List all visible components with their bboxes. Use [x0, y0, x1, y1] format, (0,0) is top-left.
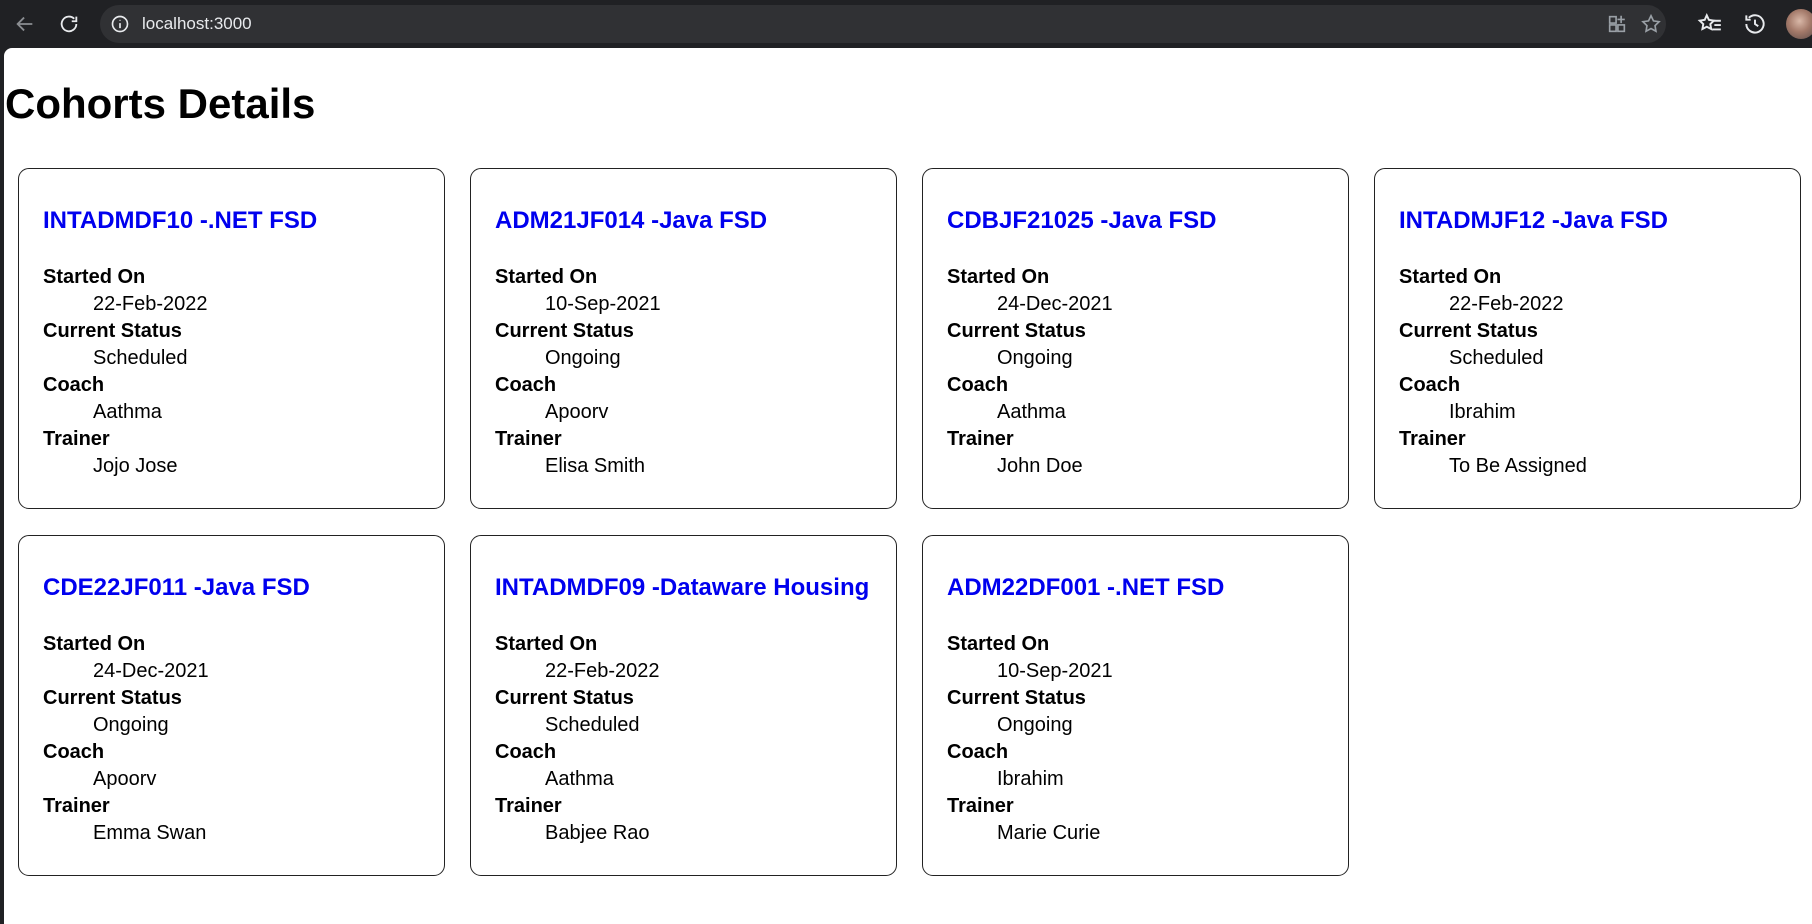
started-on-value: 22-Feb-2022 — [93, 293, 208, 315]
trainer-value: Babjee Rao — [545, 822, 650, 844]
apps-icon[interactable] — [1606, 13, 1628, 35]
current-status-value: Ongoing — [997, 714, 1073, 736]
current-status-label: Current Status — [947, 320, 1086, 342]
cohort-card: CDBJF21025 -Java FSD Started On 24-Dec-202… — [922, 168, 1349, 509]
profile-avatar[interactable] — [1786, 9, 1812, 39]
trainer-value: John Doe — [997, 455, 1083, 477]
trainer-value: Marie Curie — [997, 822, 1101, 844]
trainer-value: Elisa Smith — [545, 455, 646, 477]
cohort-title: INTADMJF12 -Java FSD — [1399, 207, 1668, 234]
cohort-title: CDBJF21025 -Java FSD — [947, 207, 1217, 234]
back-icon[interactable] — [8, 7, 42, 41]
cohort-details: Started On 22-Feb-2022 Current Status Sched… — [43, 264, 208, 480]
cohort-details: Started On 10-Sep-2021 Current Status Ongoi… — [495, 264, 661, 480]
started-on-label: Started On — [1399, 266, 1502, 288]
trainer-value: To Be Assigned — [1449, 455, 1587, 477]
cohort-card: CDE22JF011 -Java FSD Started On 24-Dec-202… — [18, 535, 445, 876]
current-status-value: Ongoing — [997, 347, 1073, 369]
current-status-label: Current Status — [1399, 320, 1538, 342]
trainer-label: Trainer — [43, 795, 110, 817]
cohort-card: ADM21JF014 -Java FSD Started On 10-Sep-202… — [470, 168, 897, 509]
coach-label: Coach — [495, 374, 557, 396]
favorite-star-icon[interactable] — [1640, 13, 1662, 35]
started-on-label: Started On — [947, 266, 1050, 288]
current-status-label: Current Status — [495, 320, 634, 342]
started-on-label: Started On — [495, 266, 598, 288]
coach-label: Coach — [495, 741, 557, 763]
coach-value: Aathma — [93, 401, 162, 423]
started-on-value: 22-Feb-2022 — [545, 660, 660, 682]
cohort-title: CDE22JF011 -Java FSD — [43, 574, 310, 601]
coach-value: Ibrahim — [997, 768, 1064, 790]
coach-label: Coach — [1399, 374, 1461, 396]
started-on-label: Started On — [495, 633, 598, 655]
current-status-label: Current Status — [495, 687, 634, 709]
coach-label: Coach — [43, 374, 105, 396]
cohort-title: INTADMDF10 -.NET FSD — [43, 207, 318, 234]
site-info-icon[interactable] — [110, 14, 130, 34]
cohort-details: Started On 24-Dec-2021 Current Status Ongoi… — [43, 631, 209, 847]
current-status-value: Scheduled — [545, 714, 640, 736]
current-status-value: Scheduled — [1449, 347, 1544, 369]
current-status-label: Current Status — [43, 687, 182, 709]
coach-value: Apoorv — [545, 401, 609, 423]
trainer-value: Jojo Jose — [93, 455, 178, 477]
current-status-label: Current Status — [947, 687, 1086, 709]
coach-label: Coach — [947, 374, 1009, 396]
started-on-value: 10-Sep-2021 — [997, 660, 1113, 682]
cohort-card: ADM22DF001 -.NET FSD Started On 10-Sep-202… — [922, 535, 1349, 876]
started-on-value: 24-Dec-2021 — [93, 660, 209, 682]
current-status-value: Ongoing — [93, 714, 169, 736]
started-on-label: Started On — [947, 633, 1050, 655]
favorites-icon[interactable] — [1697, 11, 1723, 37]
reload-icon[interactable] — [52, 7, 86, 41]
cohort-title: ADM21JF014 -Java FSD — [495, 207, 768, 234]
coach-value: Apoorv — [93, 768, 157, 790]
cohort-title: INTADMDF09 -Dataware Housing — [495, 574, 870, 601]
cohort-details: Started On 10-Sep-2021 Current Status Ongoi… — [947, 631, 1113, 847]
trainer-label: Trainer — [495, 795, 562, 817]
started-on-label: Started On — [43, 266, 146, 288]
started-on-value: 10-Sep-2021 — [545, 293, 661, 315]
current-status-label: Current Status — [43, 320, 182, 342]
trainer-label: Trainer — [495, 428, 562, 450]
cohort-details: Started On 24-Dec-2021 Current Status Ongoi… — [947, 264, 1113, 480]
current-status-value: Scheduled — [93, 347, 188, 369]
trainer-value: Emma Swan — [93, 822, 207, 844]
started-on-value: 24-Dec-2021 — [997, 293, 1113, 315]
started-on-value: 22-Feb-2022 — [1449, 293, 1564, 315]
coach-label: Coach — [947, 741, 1009, 763]
address-bar[interactable]: localhost:3000 — [100, 5, 1666, 43]
cohort-title: ADM22DF001 -.NET FSD — [947, 574, 1225, 601]
cohort-details: Started On 22-Feb-2022 Current Status Sched… — [495, 631, 660, 847]
coach-value: Ibrahim — [1449, 401, 1516, 423]
cohort-details: Started On 22-Feb-2022 Current Status Sched… — [1399, 264, 1587, 480]
coach-value: Aathma — [997, 401, 1066, 423]
browser-toolbar: localhost:3000 — [0, 0, 1812, 48]
trainer-label: Trainer — [947, 795, 1014, 817]
coach-value: Aathma — [545, 768, 614, 790]
history-icon[interactable] — [1742, 11, 1768, 37]
cohort-card: INTADMDF10 -.NET FSD Started On 22-Feb-202… — [18, 168, 445, 509]
started-on-label: Started On — [43, 633, 146, 655]
cohort-card: INTADMJF12 -Java FSD Started On 22-Feb-202… — [1374, 168, 1801, 509]
coach-label: Coach — [43, 741, 105, 763]
trainer-label: Trainer — [43, 428, 110, 450]
page-content: Cohorts Details INTADMDF10 -.NET FSD Star… — [4, 48, 1812, 924]
url-text[interactable]: localhost:3000 — [142, 5, 252, 43]
trainer-label: Trainer — [1399, 428, 1466, 450]
trainer-label: Trainer — [947, 428, 1014, 450]
current-status-value: Ongoing — [545, 347, 621, 369]
page-title: Cohorts Details — [5, 80, 316, 127]
cohort-card: INTADMDF09 -Dataware Housing Started On 22… — [470, 535, 897, 876]
